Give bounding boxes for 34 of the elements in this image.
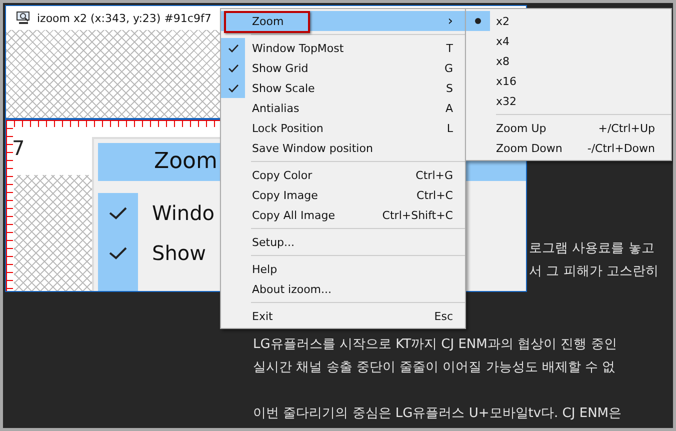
menu-item[interactable]: About izoom... <box>221 279 465 299</box>
menu-item[interactable]: Lock Position L <box>221 118 465 138</box>
check-icon <box>228 84 238 92</box>
menu-item[interactable]: x16 <box>466 71 671 91</box>
menu-item[interactable]: Antialias A <box>221 98 465 118</box>
check-icon <box>109 246 127 260</box>
menu-item[interactable]: Zoom › <box>221 11 465 31</box>
bullet-icon <box>475 18 481 24</box>
menu-item[interactable]: x8 <box>466 51 671 71</box>
article-text: 로그램 사용료를 놓고 <box>529 240 656 258</box>
ruler-label: 7 <box>12 136 25 160</box>
menu-item[interactable]: Setup... <box>221 232 465 252</box>
menu-item[interactable]: Copy All Image Ctrl+Shift+C <box>221 205 465 225</box>
window-title: izoom x2 (x:343, y:23) #91c9f7 <box>37 12 212 24</box>
menu-item[interactable]: x32 <box>466 91 671 111</box>
menu-item[interactable]: Help <box>221 259 465 279</box>
monitor-magnifier-icon <box>16 11 32 25</box>
article-text: 이번 줄다리기의 중심은 LG유플러스 U+모바일tv다. CJ ENM은 <box>253 405 623 423</box>
article-text: LG유플러스를 시작으로 KT까지 CJ ENM과의 협상이 진행 중인 <box>253 336 618 354</box>
check-icon <box>228 64 238 72</box>
menu-item[interactable]: Zoom Up +/Ctrl+Up <box>466 118 671 138</box>
menu-item[interactable]: Show Grid G <box>221 58 465 78</box>
menu-item[interactable]: x4 <box>466 31 671 51</box>
article-text: 실시간 채널 송출 중단이 줄줄이 이어질 가능성도 배제할 수 없 <box>253 359 616 377</box>
menu-item[interactable]: Window TopMost T <box>221 38 465 58</box>
check-icon <box>228 44 238 52</box>
menu-item[interactable]: Exit Esc <box>221 306 465 326</box>
menu-item[interactable]: x2 <box>466 11 671 31</box>
check-icon <box>109 206 127 220</box>
magnified-menu-label: Windo <box>152 201 214 225</box>
menu-item[interactable]: Copy Image Ctrl+C <box>221 185 465 205</box>
magnified-menu-label: Show <box>152 241 206 265</box>
menu-item[interactable]: Show Scale S <box>221 78 465 98</box>
article-text: 서 그 피해가 고스란히 <box>529 263 660 281</box>
